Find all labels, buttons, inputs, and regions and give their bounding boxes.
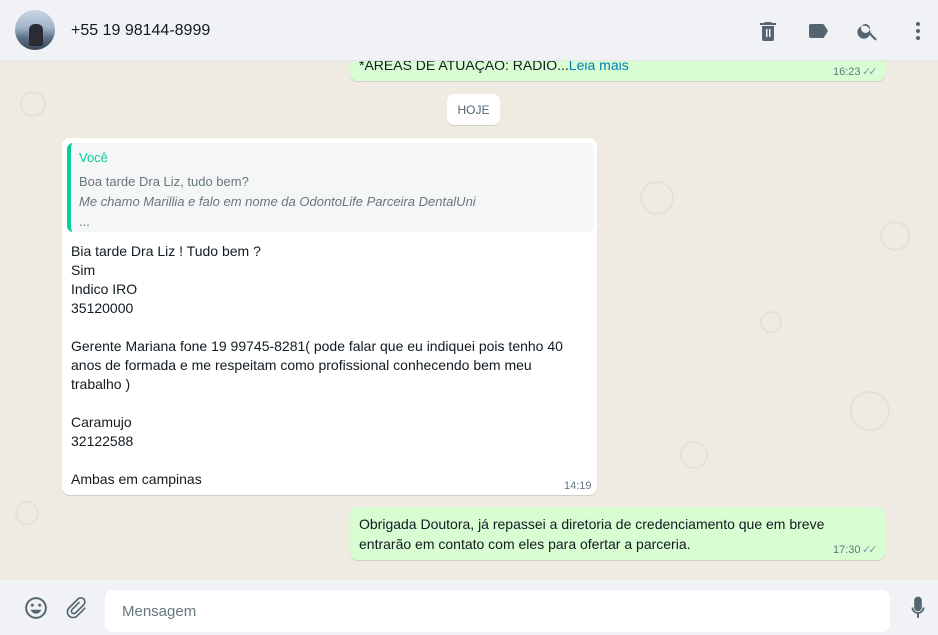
- double-check-icon: ✓✓: [862, 544, 878, 556]
- message-line: Obrigada Doutora, já repassei a diretori…: [359, 516, 825, 532]
- message-line: 32122588: [71, 433, 134, 449]
- wallpaper-doodle: [15, 501, 39, 525]
- quoted-message[interactable]: Você Boa tarde Dra Liz, tudo bem? Me cha…: [67, 143, 594, 232]
- previous-message-text: *ÁREAS DE ATUAÇÃO: RADIO...: [359, 61, 569, 73]
- emoji-icon[interactable]: [23, 595, 49, 621]
- chat-area[interactable]: *ÁREAS DE ATUAÇÃO: RADIO...Leia mais 16:…: [0, 61, 938, 580]
- wallpaper-doodle: [850, 391, 890, 431]
- read-more-link[interactable]: Leia mais: [569, 61, 629, 73]
- quote-line: Me chamo Marillia e falo em nome da Odon…: [79, 194, 476, 209]
- message-time: 17:30: [833, 544, 861, 556]
- wallpaper-doodle: [640, 181, 674, 215]
- message-line: Sim: [71, 262, 96, 278]
- day-divider: HOJE: [447, 94, 500, 125]
- message-input[interactable]: [105, 590, 890, 632]
- message-line: entrarão em contato com eles para oferta…: [359, 536, 691, 552]
- message-line: Caramujo: [71, 414, 132, 430]
- microphone-icon[interactable]: [905, 595, 931, 621]
- message-line: anos de formada e me respeitam como prof…: [71, 357, 532, 373]
- quote-author: Você: [79, 150, 108, 165]
- previous-message-content: *ÁREAS DE ATUAÇÃO: RADIO...Leia mais: [359, 61, 629, 73]
- message-time: 14:19: [564, 480, 592, 492]
- chat-header: +55 19 98144-8999: [0, 0, 938, 61]
- search-icon[interactable]: [856, 19, 880, 43]
- avatar[interactable]: [15, 10, 55, 50]
- double-check-icon: ✓✓: [862, 66, 878, 78]
- composer-bar: [0, 580, 938, 635]
- message-line: Gerente Mariana fone 19 99745-8281( pode…: [71, 338, 563, 354]
- quote-line: Boa tarde Dra Liz, tudo bem?: [79, 174, 249, 189]
- wallpaper-doodle: [760, 311, 782, 333]
- outgoing-message-bubble[interactable]: Obrigada Doutora, já repassei a diretori…: [350, 507, 885, 560]
- message-line: trabalho ): [71, 376, 131, 392]
- incoming-message-bubble[interactable]: Você Boa tarde Dra Liz, tudo bem? Me cha…: [62, 138, 597, 495]
- menu-icon[interactable]: [906, 19, 930, 43]
- previous-message-bubble[interactable]: *ÁREAS DE ATUAÇÃO: RADIO...Leia mais 16:…: [350, 61, 885, 81]
- contact-name[interactable]: +55 19 98144-8999: [71, 22, 210, 40]
- message-line: Indico IRO: [71, 281, 138, 297]
- attach-icon[interactable]: [64, 595, 90, 621]
- wallpaper-doodle: [680, 441, 708, 469]
- message-line: Ambas em campinas: [71, 471, 202, 487]
- delete-icon[interactable]: [756, 19, 780, 43]
- message-line: 35120000: [71, 300, 134, 316]
- wallpaper-doodle: [20, 91, 46, 117]
- wallpaper-doodle: [880, 221, 910, 251]
- label-icon[interactable]: [806, 19, 830, 43]
- message-line: Bia tarde Dra Liz ! Tudo bem ?: [71, 243, 261, 259]
- message-time: 16:23: [833, 66, 861, 78]
- avatar-figure: [29, 24, 43, 46]
- quote-line: ...: [79, 214, 90, 229]
